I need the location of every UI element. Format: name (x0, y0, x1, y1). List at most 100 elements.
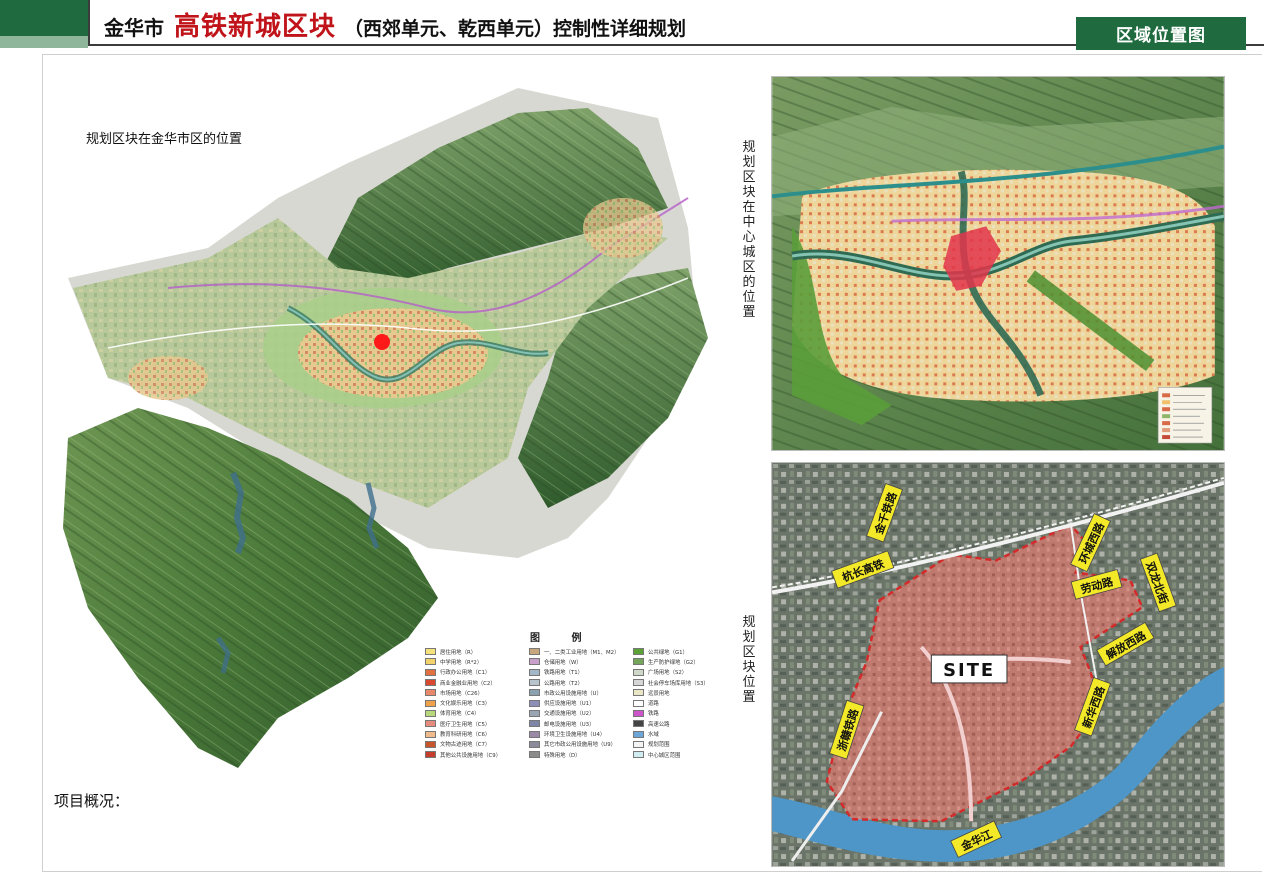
legend-label: 教育科研用地（C6） (440, 732, 491, 739)
legend-label: 供应设施用地（U1） (544, 701, 595, 708)
legend-item: 文化娱乐用地（C3） (425, 698, 523, 707)
legend-swatch (529, 689, 540, 697)
legend-swatch (425, 699, 436, 707)
legend-label: 特殊用地（D） (544, 752, 581, 759)
legend-item: 公共绿地（G1） (633, 647, 731, 656)
legend-item: 规划范围 (633, 740, 731, 749)
title-subtitle: （西郊单元、乾西单元）控制性详细规划 (344, 18, 687, 40)
legend-item: 中学用地（R*2） (425, 657, 523, 666)
page-title: 金华市 高铁新城区块 （西郊单元、乾西单元）控制性详细规划 (104, 6, 687, 42)
legend-item: 特殊用地（D） (529, 750, 627, 759)
legend-item: 交通设施用地（U2） (529, 709, 627, 718)
site-location-map: 金千铁路 杭长高铁 环城西路 劳动路 双龙北街 解放西路 新华西路 浙赣铁路 金… (771, 462, 1225, 867)
svg-text:SITE: SITE (943, 660, 995, 681)
legend-label: 体育用地（C4） (440, 711, 480, 718)
legend-swatch (425, 751, 436, 759)
legend-label: 居住用地（R） (440, 649, 477, 656)
header-accent-strip (0, 36, 88, 48)
legend-item: 广场用地（S2） (633, 668, 731, 677)
legend-swatch (425, 740, 436, 748)
legend-label: 仓储用地（W） (544, 659, 582, 666)
legend-item: 市场用地（C26） (425, 688, 523, 697)
legend-label: 远景用地 (648, 690, 670, 697)
legend-column-2: 一、二类工业用地（M1、M2） 仓储用地（W） 铁路用地（T1） 公路用地（T2） 市政… (529, 647, 627, 759)
site-map-label: 规划区块位置 (742, 615, 756, 705)
legend-label: 文物古迹用地（C7） (440, 742, 491, 749)
legend-swatch (529, 658, 540, 666)
legend-swatch (633, 658, 644, 666)
legend-item: 供应设施用地（U1） (529, 698, 627, 707)
legend-swatch (425, 658, 436, 666)
legend-item: 环境卫生设施用地（U4） (529, 729, 627, 738)
title-city: 金华市 (104, 16, 164, 40)
legend-item: 公路用地（T2） (529, 678, 627, 687)
legend-swatch (425, 648, 436, 656)
legend-swatch (425, 668, 436, 676)
legend-label: 社会停车场库用地（S3） (648, 680, 709, 687)
legend-item: 远景用地 (633, 688, 731, 697)
legend-swatch (425, 709, 436, 717)
legend-label: 中心城区范围 (648, 752, 681, 759)
central-city-map-label: 规划区块在中心城区的位置 (742, 140, 756, 320)
legend-label: 公共绿地（G1） (648, 649, 688, 656)
legend-label: 医疗卫生用地（C5） (440, 721, 491, 728)
legend-swatch (633, 689, 644, 697)
legend-item: 居住用地（R） (425, 647, 523, 656)
legend-label: 道路 (648, 701, 659, 708)
legend-swatch (633, 709, 644, 717)
legend-label: 广场用地（S2） (648, 670, 688, 677)
legend-label: 规划范围 (648, 742, 670, 749)
legend-swatch (633, 668, 644, 676)
legend-swatch (633, 740, 644, 748)
legend-item: 中心城区范围 (633, 750, 731, 759)
legend-swatch (633, 720, 644, 728)
legend-swatch (633, 699, 644, 707)
legend-label: 水域 (648, 732, 659, 739)
legend-item: 体育用地（C4） (425, 709, 523, 718)
legend-item: 道路 (633, 698, 731, 707)
site-marker (374, 334, 390, 350)
legend-label: 行政办公用地（C1） (440, 670, 491, 677)
legend-label: 铁路 (648, 711, 659, 718)
legend-item: 教育科研用地（C6） (425, 729, 523, 738)
legend-swatch (633, 730, 644, 738)
legend-item: 其它市政公用设施用地（U9） (529, 740, 627, 749)
legend-item: 文物古迹用地（C7） (425, 740, 523, 749)
legend-swatch (529, 751, 540, 759)
legend-swatch (425, 689, 436, 697)
legend-item: 行政办公用地（C1） (425, 668, 523, 677)
legend-label: 其他公共设施用地（C9） (440, 752, 502, 759)
legend-swatch (425, 720, 436, 728)
legend-item: 铁路用地（T1） (529, 668, 627, 677)
legend-title: 图 例 (530, 633, 596, 644)
legend-swatch (529, 679, 540, 687)
legend-item: 社会停车场库用地（S3） (633, 678, 731, 687)
legend-item: 一、二类工业用地（M1、M2） (529, 647, 627, 656)
header-accent-block (0, 0, 88, 36)
legend-swatch (529, 709, 540, 717)
legend-swatch (529, 720, 540, 728)
legend-swatch (529, 699, 540, 707)
legend-label: 公路用地（T2） (544, 680, 584, 687)
legend-column-1: 居住用地（R） 中学用地（R*2） 行政办公用地（C1） 商业金融业用地（C2） 市场用… (425, 647, 523, 759)
title-block: 高铁新城区块 (174, 12, 337, 42)
legend-label: 商业金融业用地（C2） (440, 680, 496, 687)
legend-item: 市政公用设施用地（U） (529, 688, 627, 697)
legend-label: 中学用地（R*2） (440, 659, 483, 666)
legend-swatch (529, 730, 540, 738)
legend-item: 医疗卫生用地（C5） (425, 719, 523, 728)
central-city-map (771, 76, 1225, 451)
legend-item: 高速公路 (633, 719, 731, 728)
site-label: SITE (930, 654, 1008, 684)
section-tag: 区域位置图 (1076, 17, 1246, 50)
legend-label: 邮电设施用地（U3） (544, 721, 595, 728)
legend-swatch (633, 648, 644, 656)
header-divider-vertical (88, 0, 90, 46)
overview-map-caption: 规划区块在金华市区的位置 (86, 132, 243, 147)
project-overview-label: 项目概况： (54, 792, 130, 810)
legend-item: 生产防护绿地（G2） (633, 657, 731, 666)
legend-label: 铁路用地（T1） (544, 670, 584, 677)
legend-swatch (425, 730, 436, 738)
legend-label: 交通设施用地（U2） (544, 711, 595, 718)
legend-label: 文化娱乐用地（C3） (440, 701, 491, 708)
